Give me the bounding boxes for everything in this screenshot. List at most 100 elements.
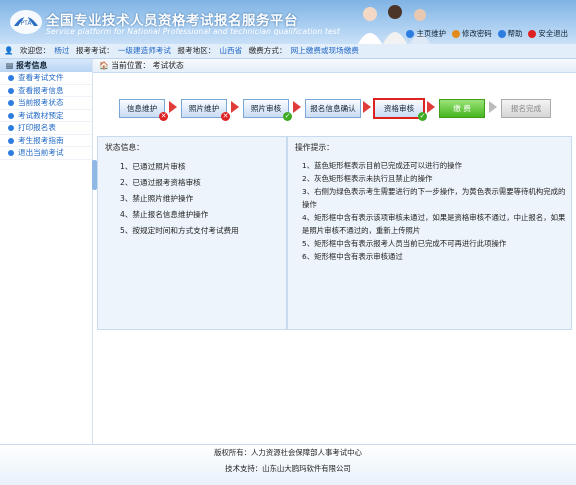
exam-label: 报考考试：: [75, 46, 114, 55]
home-icon: 🏠: [99, 61, 109, 70]
sidebar-item-label: 查看考试文件: [18, 73, 64, 82]
sidebar-item-label: 查看报考信息: [18, 85, 64, 95]
logout-link[interactable]: 安全退出: [528, 28, 568, 39]
user-icon: 👤: [4, 46, 14, 55]
step-label: 照片审核: [250, 104, 282, 113]
bullet-icon: [8, 125, 14, 131]
main-content: 🏠 当前位置： 考试状态 信息维护 ✕ 照片维护 ✕ 照片审核 ✓ 报名信息确认…: [93, 59, 576, 444]
top-actions: 主页维护 修改密码 帮助 安全退出: [406, 28, 568, 39]
sidebar-item-print[interactable]: 打印报名表: [0, 122, 92, 135]
progress-steps: 信息维护 ✕ 照片维护 ✕ 照片审核 ✓ 报名信息确认 资格审核 ✓ 缴 费 报…: [93, 73, 576, 133]
sidebar-item-label: 打印报名表: [18, 123, 56, 132]
status-item: 2、已通过报考资格审核: [120, 178, 201, 187]
step-arrow-icon: [231, 101, 239, 113]
error-icon: ✕: [159, 112, 168, 121]
logout-label: 安全退出: [538, 29, 568, 38]
step-arrow-icon: [363, 101, 371, 113]
tips-panel: 操作提示： 1、蓝色矩形框表示目前已完成还可以进行的操作 2、灰色矩形框表示未执…: [287, 136, 572, 330]
bullet-icon: [8, 100, 14, 106]
step-payment[interactable]: 缴 费: [439, 99, 485, 118]
step-photo-review[interactable]: 照片审核 ✓: [243, 99, 292, 121]
sidebar-item-status[interactable]: 当前报考状态: [0, 97, 92, 110]
info-bar: 👤 欢迎您： 杨过 报考考试： 一级建造师考试 报考地区： 山西省 缴费方式： 网上缴费…: [0, 44, 576, 59]
tech-support-text: 技术支持：山东山大鸥玛软件有限公司: [225, 464, 351, 473]
sidebar-item-label: 考生报考指南: [18, 135, 64, 145]
folder-icon: ▤: [6, 61, 14, 70]
header: PTA 全国专业技术人员资格考试报名服务平台 Service platform …: [0, 0, 576, 44]
sidebar-item-exit[interactable]: 退出当前考试: [0, 147, 92, 160]
bullet-icon: [8, 112, 14, 119]
breadcrumb-value: 考试状态: [152, 61, 184, 70]
help-link[interactable]: 帮助: [497, 28, 523, 39]
home-icon: [406, 29, 415, 38]
change-password-link[interactable]: 修改密码: [452, 28, 492, 39]
change-password-label: 修改密码: [462, 29, 492, 38]
home-maintain-label: 主页维护: [416, 29, 447, 38]
help-icon: [497, 29, 506, 38]
step-arrow-icon: [169, 101, 177, 113]
breadcrumb: 🏠 当前位置： 考试状态: [93, 59, 576, 73]
status-item: 5、按规定时间和方式支付考试费用: [120, 226, 239, 235]
tips-title: 操作提示：: [295, 143, 334, 152]
status-item: 4、禁止报名信息维护操作: [120, 210, 209, 219]
sidebar-item-guide[interactable]: 考生报考指南: [0, 135, 92, 147]
step-info-confirm[interactable]: 报名信息确认: [305, 99, 361, 118]
check-icon: ✓: [283, 112, 292, 121]
step-arrow-icon: [427, 101, 435, 113]
tip-item: 2、灰色矩形框表示未执行且禁止的操作: [302, 174, 433, 183]
pay-label: 缴费方式：: [248, 46, 287, 55]
logo-icon: PTA: [10, 10, 42, 34]
step-info-maintain[interactable]: 信息维护 ✕: [119, 99, 168, 121]
breadcrumb-label: 当前位置：: [111, 61, 151, 70]
step-label: 信息维护: [126, 104, 158, 113]
step-arrow-icon: [489, 101, 497, 113]
step-qualification-review[interactable]: 资格审核 ✓: [374, 99, 427, 121]
footer: 版权所有：人力资源社会保障部人事考试中心 技术支持：山东山大鸥玛软件有限公司: [0, 444, 576, 485]
step-photo-maintain[interactable]: 照片维护 ✕: [181, 99, 230, 121]
status-title: 状态信息：: [105, 143, 144, 152]
region-value: 山西省: [219, 46, 243, 55]
sidebar-header: ▤ 报考信息: [0, 59, 92, 72]
tip-item: 4、矩形框中含有表示该项审核未通过，如果是资格审核不通过，中止报名，如果是照片审…: [302, 213, 566, 235]
site-subtitle: Service platform for National Profession…: [46, 27, 341, 36]
sidebar-item-label: 退出当前考试: [18, 148, 64, 157]
pay-value: 网上缴费或现场缴费: [290, 46, 359, 55]
sidebar-header-label: 报考信息: [16, 61, 48, 70]
sidebar-item-label: 当前报考状态: [18, 98, 64, 107]
tip-item: 1、蓝色矩形框表示目前已完成还可以进行的操作: [302, 161, 462, 170]
sidebar-item-view-info[interactable]: 查看报考信息: [0, 85, 92, 97]
status-item: 1、已通过照片审核: [120, 162, 186, 171]
exam-value: 一级建造师考试: [117, 46, 171, 55]
step-arrow-icon: [293, 101, 301, 113]
home-maintain-link[interactable]: 主页维护: [406, 28, 446, 39]
step-complete: 报名完成: [501, 99, 551, 118]
welcome-label: 欢迎您：: [19, 46, 51, 55]
status-panel: 状态信息： 1、已通过照片审核 2、已通过报考资格审核 3、禁止照片维护操作 4…: [97, 136, 287, 330]
status-item: 3、禁止照片维护操作: [120, 194, 194, 203]
svg-text:PTA: PTA: [21, 20, 33, 27]
error-icon: ✕: [221, 112, 230, 121]
step-label: 报名信息确认: [310, 104, 356, 113]
power-icon: [528, 29, 537, 38]
key-icon: [452, 29, 461, 38]
site-title: 全国专业技术人员资格考试报名服务平台: [46, 13, 298, 29]
check-icon: ✓: [418, 112, 427, 121]
step-label: 照片维护: [188, 104, 220, 113]
tip-item: 5、矩形框中含有表示报考人员当前已完成不可再进行此项操作: [302, 239, 507, 248]
bullet-icon: [8, 87, 14, 94]
welcome-value: 杨过: [54, 46, 70, 55]
step-label: 资格审核: [383, 104, 415, 113]
sidebar-item-label: 考试教材预定: [18, 110, 64, 120]
step-label: 缴 费: [453, 104, 471, 113]
sidebar: ▤ 报考信息 查看考试文件 查看报考信息 当前报考状态 考试教材预定 打印报名表…: [0, 59, 93, 444]
help-label: 帮助: [507, 29, 523, 38]
sidebar-item-textbook[interactable]: 考试教材预定: [0, 110, 92, 122]
bullet-icon: [8, 150, 14, 156]
sidebar-item-view-files[interactable]: 查看考试文件: [0, 72, 92, 85]
bullet-icon: [8, 75, 14, 81]
copyright-text: 版权所有：人力资源社会保障部人事考试中心: [214, 448, 362, 457]
region-label: 报考地区：: [177, 46, 216, 55]
tip-item: 3、右侧为绿色表示考生需要进行的下一步操作，为黄色表示需要等待机构完成的操作: [302, 187, 566, 209]
tip-item: 6、矩形框中含有表示审核通过: [302, 252, 403, 261]
bullet-icon: [8, 137, 14, 144]
